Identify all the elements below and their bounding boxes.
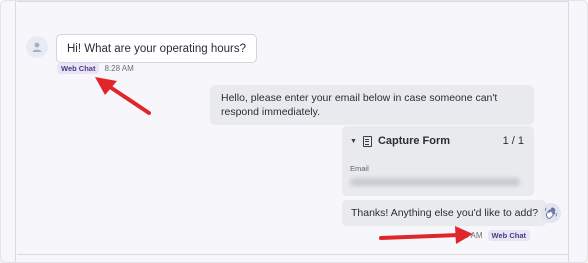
user-icon: [32, 42, 42, 52]
agent-message-bubble: Hello, please enter your email below in …: [210, 85, 534, 125]
waving-hand-icon: [545, 207, 557, 219]
visitor-message-text: Hi! What are your operating hours?: [67, 42, 246, 55]
visitor-message-bubble: Hi! What are your operating hours?: [56, 34, 257, 63]
agent-followup-text: Thanks! Anything else you'd like to add?: [351, 207, 539, 219]
caret-down-icon[interactable]: ▼: [350, 138, 357, 145]
agent-message-text: Hello, please enter your email below in …: [221, 92, 498, 118]
message-timestamp: 8:28 AM: [104, 64, 134, 73]
chat-window: Hi! What are your operating hours? Web C…: [0, 0, 588, 263]
email-field-label: Email: [350, 164, 369, 173]
annotation-arrow: [379, 226, 473, 244]
visitor-avatar: [26, 36, 48, 58]
divider: [17, 1, 569, 4]
agent-followup-bubble: Thanks! Anything else you'd like to add?: [342, 200, 548, 226]
capture-form-header[interactable]: ▼ Capture Form 1 / 1: [350, 135, 524, 147]
channel-badge: Web Chat: [487, 230, 530, 241]
capture-form-title: Capture Form: [377, 135, 451, 147]
divider: [17, 254, 569, 255]
capture-form-count: 1 / 1: [502, 135, 524, 147]
agent-avatar: [541, 203, 561, 223]
divider: [568, 1, 569, 262]
divider: [15, 1, 16, 262]
email-field-value-blurred: [350, 178, 520, 186]
capture-form-card[interactable]: ▼ Capture Form 1 / 1 Email: [342, 126, 534, 196]
document-icon: [362, 135, 372, 147]
annotation-arrow: [95, 77, 151, 115]
